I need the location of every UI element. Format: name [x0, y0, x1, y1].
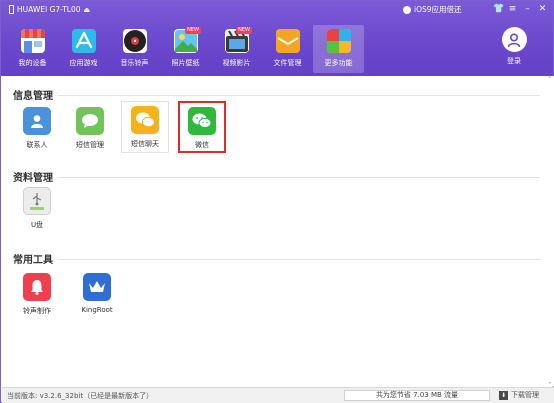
- more-grid-icon: [326, 29, 351, 53]
- contacts-icon: [23, 107, 51, 135]
- app-contacts[interactable]: 联系人: [13, 103, 61, 153]
- window-controls: 👕 ≡ – ✕: [493, 3, 547, 15]
- login-label: 登录: [507, 57, 521, 65]
- menu-icon[interactable]: ≡: [508, 3, 517, 15]
- app-sms-chat[interactable]: 短信聊天: [121, 101, 169, 153]
- usb-drive-icon: [23, 187, 51, 215]
- nav-photos-wallpapers[interactable]: NEW 照片壁纸: [160, 25, 211, 73]
- promo-text: iOS9应用借还: [414, 5, 462, 14]
- nav-videos[interactable]: NEW 视频影片: [211, 25, 262, 73]
- header-bar: HUAWEI G7-TL00 ⏏ iOS9应用借还 👕 ≡ – ✕ 我的设备 应…: [1, 1, 553, 76]
- download-label: 下载管理: [511, 391, 539, 399]
- app-label: U盘: [30, 221, 44, 229]
- nav-label: 更多功能: [324, 59, 353, 67]
- app-label: 微信: [195, 141, 209, 149]
- nav-label: 视频影片: [222, 59, 251, 67]
- apple-icon: [403, 5, 411, 14]
- skin-icon[interactable]: 👕: [493, 3, 504, 15]
- app-label: KingRoot: [81, 306, 113, 314]
- section-divider: [58, 259, 540, 260]
- eject-icon[interactable]: ⏏: [84, 6, 91, 14]
- section-title-data: 资料管理: [13, 173, 53, 184]
- section-title-info: 信息管理: [13, 91, 53, 102]
- nav-label: 我的设备: [18, 59, 47, 67]
- section-divider: [58, 177, 540, 178]
- chat-icon: [131, 106, 159, 134]
- device-selector[interactable]: HUAWEI G7-TL00 ⏏: [9, 4, 90, 15]
- nav-label: 应用游戏: [69, 59, 98, 67]
- new-badge: NEW: [185, 27, 201, 34]
- nav-label: 音乐铃声: [120, 59, 149, 67]
- device-name: HUAWEI G7-TL00: [17, 5, 81, 14]
- record-icon: [122, 29, 147, 53]
- store-icon: [20, 29, 45, 53]
- app-sms-manager[interactable]: 短信管理: [66, 103, 114, 153]
- bell-icon: [23, 273, 51, 301]
- app-store-icon: [71, 29, 96, 53]
- content-scrollbar[interactable]: [547, 76, 552, 386]
- main-content: 信息管理 联系人 短信管理 短信聊天 微信 资料管理 U盘 常用工具 铃声制作 …: [2, 76, 554, 386]
- kingroot-crown-icon: [83, 273, 111, 301]
- version-text: 当前版本: v3.2.6_32bit（已经是最新版本了）: [7, 392, 154, 400]
- nav-apps-games[interactable]: 应用游戏: [58, 25, 109, 73]
- phone-icon: [9, 5, 14, 14]
- app-window: HUAWEI G7-TL00 ⏏ iOS9应用借还 👕 ≡ – ✕ 我的设备 应…: [0, 0, 554, 403]
- main-nav: 我的设备 应用游戏 音乐铃声 NEW 照片壁纸 NEW 视频影片 文件管理 更多…: [7, 25, 364, 75]
- nav-file-manager[interactable]: 文件管理: [262, 25, 313, 73]
- app-wechat[interactable]: 微信: [178, 101, 226, 153]
- app-ringtone-maker[interactable]: 铃声制作: [13, 269, 61, 319]
- sms-icon: [76, 107, 104, 135]
- section-divider: [58, 95, 540, 96]
- app-label: 联系人: [26, 141, 48, 149]
- download-icon: ⬇: [499, 390, 508, 400]
- app-label: 铃声制作: [23, 307, 51, 315]
- app-label: 短信管理: [76, 141, 104, 149]
- nav-label: 照片壁纸: [171, 59, 200, 67]
- user-avatar-icon: [501, 27, 527, 52]
- nav-more-features[interactable]: 更多功能: [313, 25, 364, 73]
- login-button[interactable]: 登录: [494, 27, 534, 71]
- download-manager-button[interactable]: ⬇ 下载管理: [499, 390, 539, 400]
- new-badge: NEW: [236, 27, 252, 34]
- close-icon[interactable]: ✕: [538, 3, 547, 15]
- title-bar: HUAWEI G7-TL00 ⏏ iOS9应用借还 👕 ≡ – ✕: [1, 1, 553, 18]
- ios9-promo-link[interactable]: iOS9应用借还: [403, 4, 462, 15]
- nav-music-ringtones[interactable]: 音乐铃声: [109, 25, 160, 73]
- app-kingroot[interactable]: KingRoot: [73, 269, 121, 319]
- app-usb-drive[interactable]: U盘: [13, 183, 61, 233]
- section-title-tools: 常用工具: [13, 255, 53, 266]
- nav-my-device[interactable]: 我的设备: [7, 25, 58, 73]
- app-label: 短信聊天: [131, 140, 159, 148]
- status-bar: 当前版本: v3.2.6_32bit（已经是最新版本了） 共为您节省 7.03 …: [2, 387, 554, 403]
- nav-label: 文件管理: [273, 59, 302, 67]
- minimize-icon[interactable]: –: [523, 3, 532, 15]
- wechat-icon: [188, 107, 216, 135]
- traffic-saved-text: 共为您节省 7.03 MB 流量: [344, 390, 490, 401]
- folder-icon: [275, 29, 300, 53]
